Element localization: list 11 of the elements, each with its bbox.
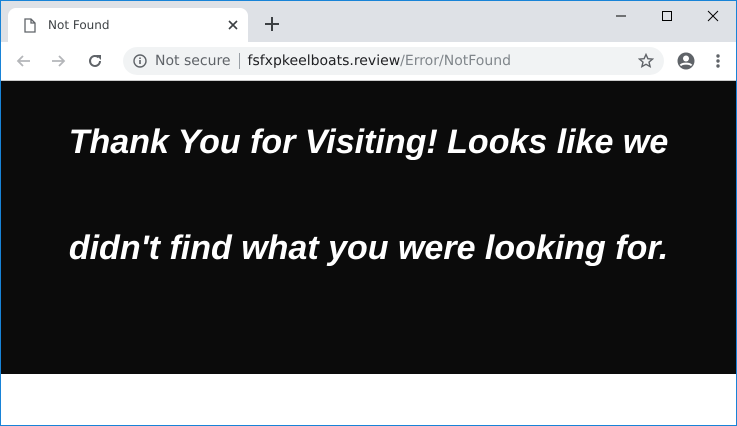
url-host: fsfxpkeelboats.review bbox=[248, 53, 400, 69]
close-icon[interactable] bbox=[228, 20, 238, 30]
plus-icon[interactable] bbox=[262, 14, 282, 34]
url-path: /Error/NotFound bbox=[400, 53, 511, 69]
address-bar[interactable]: Not secure fsfxpkeelboats.review/Error/NotFound bbox=[123, 47, 664, 75]
security-label: Not secure bbox=[155, 53, 231, 69]
browser-tab[interactable]: Not Found bbox=[8, 8, 248, 42]
page-icon bbox=[24, 18, 36, 32]
star-icon[interactable] bbox=[638, 53, 654, 69]
error-message: Thank You for Visiting! Looks like we didn't find what you were looking for. bbox=[68, 122, 670, 269]
info-icon bbox=[133, 54, 147, 68]
